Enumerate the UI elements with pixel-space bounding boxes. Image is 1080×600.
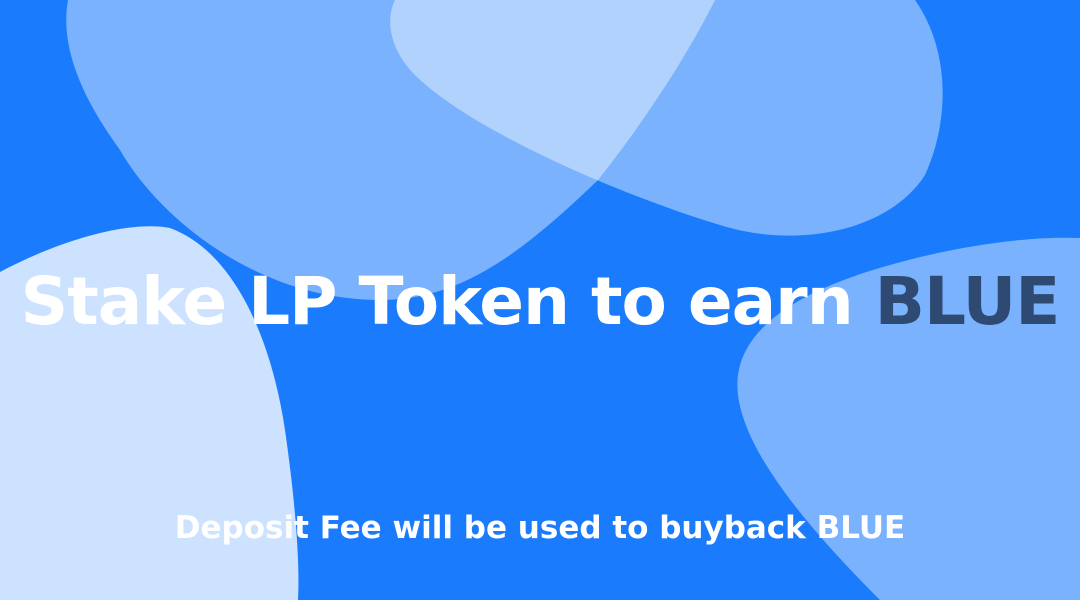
headline-accent-token: BLUE: [874, 263, 1061, 340]
promo-banner: Stake LP Token to earn BLUE Deposit Fee …: [0, 0, 1080, 600]
headline-text: Stake LP Token to earn: [20, 263, 854, 340]
headline: Stake LP Token to earn BLUE: [0, 262, 1080, 342]
deposit-fee-note: Deposit Fee will be used to buyback BLUE: [174, 510, 906, 546]
